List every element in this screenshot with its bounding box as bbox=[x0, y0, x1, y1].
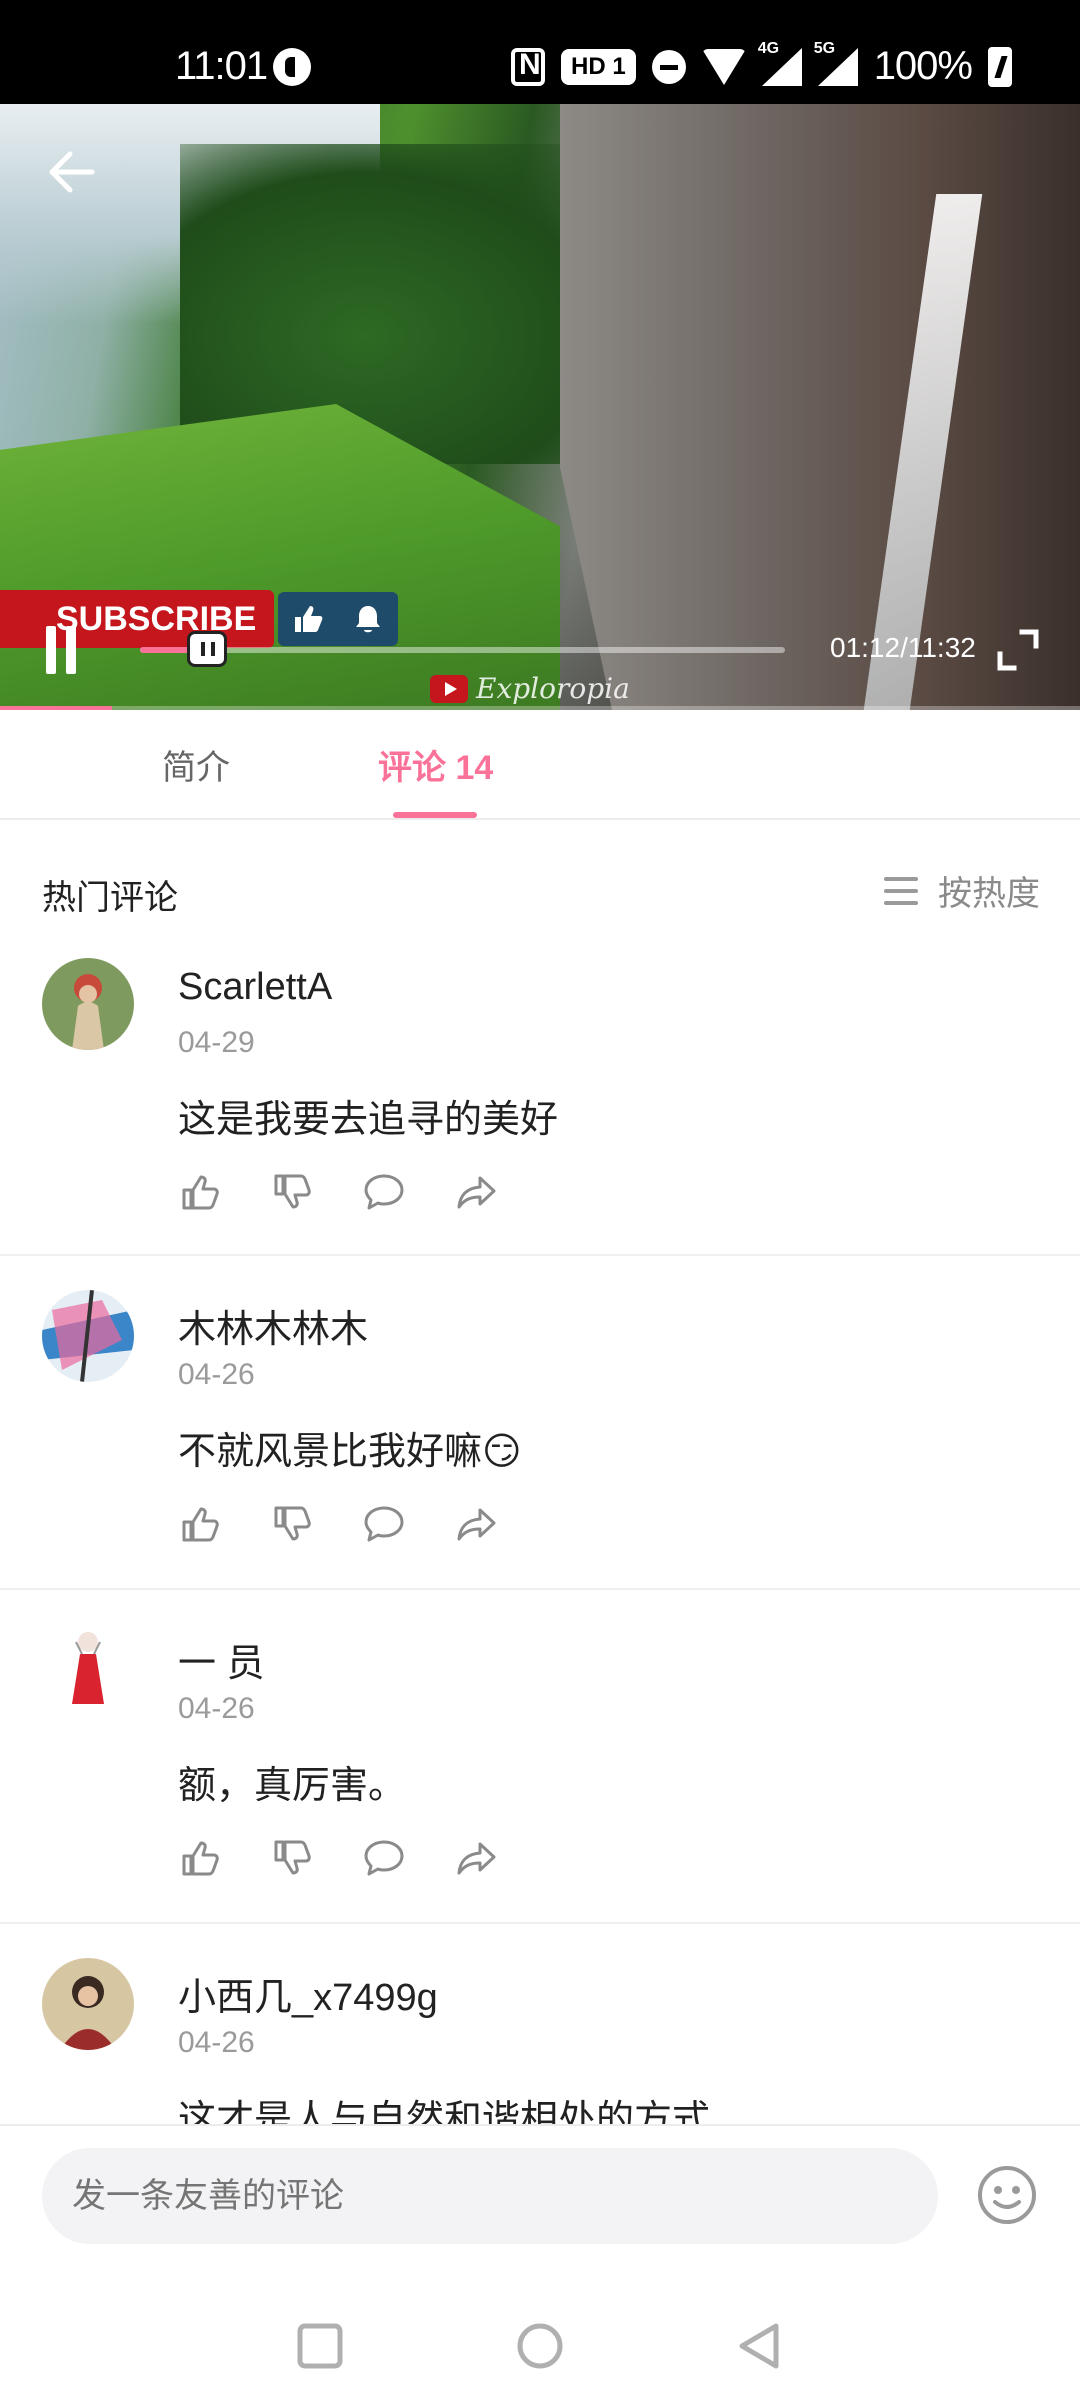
sort-label: 按热度 bbox=[938, 875, 1040, 913]
comment-input[interactable] bbox=[42, 2148, 938, 2244]
like-icon[interactable] bbox=[178, 1170, 222, 1214]
signal-5g-icon: 5G bbox=[814, 40, 858, 86]
share-icon[interactable] bbox=[454, 1836, 498, 1880]
dislike-icon[interactable] bbox=[270, 1502, 314, 1546]
comment-date: 04-26 bbox=[178, 1692, 255, 1725]
like-bell-overlay bbox=[278, 592, 399, 646]
like-icon[interactable] bbox=[178, 1502, 222, 1546]
wifi-icon bbox=[701, 48, 746, 85]
nfc-icon bbox=[511, 47, 545, 86]
bell-icon bbox=[356, 606, 381, 633]
battery-charging-icon bbox=[988, 46, 1012, 87]
comment-text: 这是我要去追寻的美好 bbox=[178, 1099, 559, 1141]
youtube-logo-icon bbox=[430, 674, 468, 703]
app-notification-icon bbox=[273, 48, 311, 86]
pause-icon[interactable] bbox=[42, 626, 82, 676]
tab-comments[interactable]: 评论 14 bbox=[378, 740, 493, 789]
video-player[interactable]: SUBSCRIBE 01:12/11:32 Exploropia bbox=[0, 104, 1080, 710]
do-not-disturb-icon bbox=[651, 49, 686, 84]
watermark-text: Exploropia bbox=[476, 672, 630, 705]
avatar[interactable] bbox=[42, 1624, 134, 1716]
channel-watermark: Exploropia bbox=[430, 672, 630, 705]
avatar[interactable] bbox=[42, 958, 134, 1050]
comment-username[interactable]: 一 员 bbox=[178, 1632, 265, 1687]
reply-icon[interactable] bbox=[362, 1836, 406, 1880]
hot-comments-title: 热门评论 bbox=[42, 879, 178, 917]
reply-icon[interactable] bbox=[362, 1170, 406, 1214]
share-icon[interactable] bbox=[454, 1502, 498, 1546]
comment-date: 04-29 bbox=[178, 1026, 255, 1059]
fullscreen-icon[interactable] bbox=[994, 626, 1042, 674]
status-bar: 11:01 HD 1 4G 5G 100% bbox=[0, 0, 1080, 104]
seek-bar[interactable] bbox=[140, 631, 785, 667]
tab-indicator bbox=[393, 812, 477, 818]
tab-bar: 简介 评论 14 bbox=[0, 710, 1080, 820]
comment-username[interactable]: ScarlettA bbox=[178, 966, 332, 1009]
time-display: 01:12/11:32 bbox=[830, 632, 976, 663]
avatar[interactable] bbox=[42, 1290, 134, 1382]
comment-username[interactable]: 木林木林木 bbox=[178, 1298, 368, 1353]
dislike-icon[interactable] bbox=[270, 1836, 314, 1880]
comment-input-bar bbox=[0, 2124, 1080, 2400]
sort-button[interactable]: 按热度 bbox=[884, 866, 1040, 915]
seek-thumb[interactable] bbox=[187, 631, 228, 667]
nav-back-icon[interactable] bbox=[732, 2318, 788, 2374]
comment-item: 一 员 04-26 额，真厉害。 bbox=[0, 1624, 1080, 1924]
reply-icon[interactable] bbox=[362, 1502, 406, 1546]
comment-item: ScarlettA 04-29 这是我要去追寻的美好 bbox=[0, 958, 1080, 1256]
comment-date: 04-26 bbox=[178, 2026, 255, 2059]
battery-percent: 100% bbox=[873, 44, 973, 88]
comment-item: 小西几_x7499g 04-26 这才是人与自然和谐相处的方式 bbox=[0, 1958, 1080, 2124]
comment-actions bbox=[178, 1836, 498, 1880]
dislike-icon[interactable] bbox=[270, 1170, 314, 1214]
like-icon[interactable] bbox=[178, 1836, 222, 1880]
comment-text: 不就风景比我好嘛😏 bbox=[178, 1431, 522, 1473]
tab-intro[interactable]: 简介 bbox=[162, 740, 230, 789]
thumbs-up-icon bbox=[295, 606, 323, 632]
status-icons: HD 1 4G 5G 100% bbox=[511, 40, 1012, 89]
system-nav-bar bbox=[0, 2306, 1080, 2400]
back-arrow-icon[interactable] bbox=[44, 144, 100, 200]
sort-list-icon bbox=[884, 876, 918, 905]
signal-4g-icon: 4G bbox=[758, 40, 802, 86]
comment-date: 04-26 bbox=[178, 1358, 255, 1391]
comment-username[interactable]: 小西几_x7499g bbox=[178, 1966, 438, 2021]
comment-item: 木林木林木 04-26 不就风景比我好嘛😏 bbox=[0, 1290, 1080, 1590]
video-frame-cliff bbox=[560, 104, 1080, 710]
nav-home-icon[interactable] bbox=[512, 2318, 568, 2374]
comment-actions bbox=[178, 1170, 498, 1214]
comment-text: 这才是人与自然和谐相处的方式 bbox=[178, 2099, 711, 2124]
share-icon[interactable] bbox=[454, 1170, 498, 1214]
avatar[interactable] bbox=[42, 1958, 134, 2050]
hd-voice-badge: HD 1 bbox=[561, 48, 636, 85]
comment-text: 额，真厉害。 bbox=[178, 1765, 407, 1807]
comment-actions bbox=[178, 1502, 498, 1546]
nav-recents-icon[interactable] bbox=[292, 2318, 348, 2374]
comments-header: 热门评论 按热度 bbox=[0, 860, 1080, 930]
status-time: 11:01 bbox=[175, 44, 268, 88]
emoji-icon[interactable] bbox=[976, 2164, 1038, 2226]
